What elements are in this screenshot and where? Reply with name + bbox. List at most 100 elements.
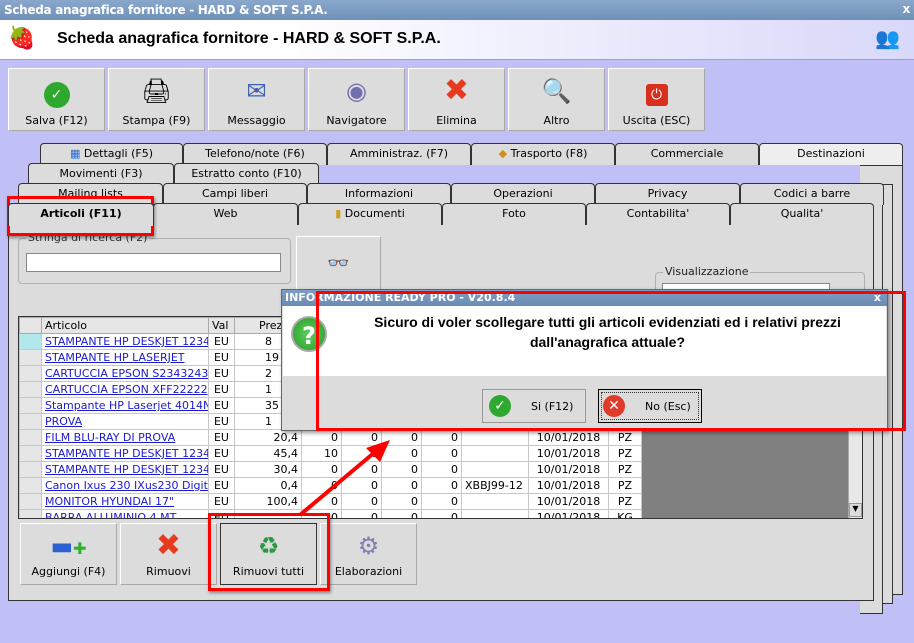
cell-val: EU: [208, 365, 235, 382]
tab-trasporto[interactable]: ◆ Trasporto (F8): [471, 143, 615, 165]
cell-val: EU: [208, 381, 235, 398]
cell-value: 10: [301, 445, 342, 462]
row-selector[interactable]: [19, 509, 42, 518]
cell-articolo[interactable]: Stampante HP Laserjet 4014N: [41, 397, 209, 414]
table-row[interactable]: FILM BLU-RAY DI PROVA EU 20,4 0 0 0 0 10/01/201…: [19, 429, 642, 446]
cell-articolo[interactable]: PROVA: [41, 413, 209, 430]
cell-articolo[interactable]: FILM BLU-RAY DI PROVA: [41, 429, 209, 446]
tab-informazioni[interactable]: Informazioni: [307, 183, 451, 205]
row-selector[interactable]: [19, 445, 42, 462]
cell-prezzo: 100,4: [234, 493, 302, 510]
cell-articolo[interactable]: BARRA ALLUMINIO 4 MT: [41, 509, 209, 518]
cell-val: EU: [208, 445, 235, 462]
processing-button[interactable]: ⚙ Elaborazioni: [320, 523, 417, 585]
table-row[interactable]: STAMPANTE HP DESKJET 1234 EU 30,4 0 0 0 0 10/01…: [19, 461, 642, 478]
cell-value: PZ: [608, 461, 642, 478]
print-button[interactable]: 🖨 Stampa (F9): [108, 68, 205, 131]
row-selector[interactable]: [19, 349, 42, 366]
window-close-button[interactable]: x: [903, 2, 911, 16]
remove-button[interactable]: ✖ Rimuovi: [120, 523, 217, 585]
tab-telefono[interactable]: Telefono/note (F6): [183, 143, 327, 165]
tab-articoli[interactable]: Articoli (F11): [8, 203, 154, 226]
row-selector[interactable]: [19, 413, 42, 430]
cell-val: EU: [208, 413, 235, 430]
cell-val: EU: [208, 349, 235, 366]
cell-value: 0: [421, 493, 462, 510]
delete-x-icon: ✖: [443, 73, 470, 108]
cell-prezzo: 30,4: [234, 461, 302, 478]
cell-value: 0: [381, 509, 422, 518]
tab-commerciale[interactable]: Commerciale: [615, 143, 759, 165]
cell-val: EU: [208, 333, 235, 350]
table-row[interactable]: BARRA ALLUMINIO 4 MT EU 0 0 0 0 10/01/2018 KG: [19, 509, 642, 518]
cell-articolo[interactable]: CARTUCCIA EPSON XFF22222: [41, 381, 209, 398]
strawberry-logo-icon: 🍓: [8, 26, 36, 51]
col-articolo[interactable]: Articolo: [41, 317, 209, 334]
row-selector[interactable]: [19, 477, 42, 494]
tab-documenti[interactable]: ▮ Documenti: [298, 203, 442, 225]
row-selector[interactable]: [19, 493, 42, 510]
cell-value: [461, 509, 529, 518]
cell-value: 0: [341, 445, 382, 462]
cell-prezzo: 20,4: [234, 429, 302, 446]
table-row[interactable]: Canon Ixus 230 IXus230 Digita... EU 0,4 0 0 0…: [19, 477, 642, 494]
tab-movimenti[interactable]: Movimenti (F3): [28, 163, 174, 185]
cell-value: 0: [421, 509, 462, 518]
exit-button[interactable]: ⏻ Uscita (ESC): [608, 68, 705, 131]
cell-articolo[interactable]: STAMPANTE HP DESKJET 1234: [41, 445, 209, 462]
tab-amministraz[interactable]: Amministraz. (F7): [327, 143, 471, 165]
cell-articolo[interactable]: STAMPANTE HP DESKJET 1234: [41, 333, 209, 350]
cell-value: 0: [341, 461, 382, 478]
row-selector[interactable]: [19, 397, 42, 414]
row-selector[interactable]: [19, 381, 42, 398]
cell-value: [461, 493, 529, 510]
view-label: Visualizzazione: [663, 265, 751, 278]
magnifier-book-icon: 🔍: [541, 77, 572, 105]
tab-codici-a-barre[interactable]: Codici a barre: [740, 183, 884, 205]
cell-articolo[interactable]: Canon Ixus 230 IXus230 Digita...: [41, 477, 209, 494]
scroll-down-arrow-icon[interactable]: ▼: [849, 503, 862, 517]
cell-value: 10/01/2018: [528, 445, 609, 462]
cell-value: 0: [381, 445, 422, 462]
users-icon[interactable]: 👥: [875, 26, 900, 50]
cell-articolo[interactable]: STAMPANTE HP DESKJET 1234: [41, 461, 209, 478]
tab-foto[interactable]: Foto: [442, 203, 586, 225]
tab-operazioni[interactable]: Operazioni: [451, 183, 595, 205]
tab-web[interactable]: Web: [153, 203, 298, 225]
tab-dettagli[interactable]: ▦ Dettagli (F5): [40, 143, 183, 165]
tab-qualita[interactable]: Qualita': [730, 203, 874, 225]
cell-value: XBBJ99-12: [461, 477, 529, 494]
tab-campi-liberi[interactable]: Campi liberi: [163, 183, 307, 205]
tab-destinazioni[interactable]: Destinazioni: [759, 143, 903, 165]
message-button[interactable]: ✉ Messaggio: [208, 68, 305, 131]
window-titlebar: Scheda anagrafica fornitore - HARD & SOF…: [0, 0, 914, 20]
row-selector[interactable]: [19, 365, 42, 382]
cell-value: [461, 445, 529, 462]
row-selector[interactable]: [19, 461, 42, 478]
power-icon: ⏻: [609, 77, 704, 106]
cell-value: 0: [421, 429, 462, 446]
cell-articolo[interactable]: CARTUCCIA EPSON S23432432: [41, 365, 209, 382]
cell-articolo[interactable]: STAMPANTE HP LASERJET: [41, 349, 209, 366]
cell-value: 0: [341, 477, 382, 494]
navigator-button[interactable]: ◉ Navigatore: [308, 68, 405, 131]
tab-estratto-conto[interactable]: Estratto conto (F10): [174, 163, 319, 185]
gear-document-icon: ⚙: [357, 532, 380, 560]
row-selector[interactable]: [19, 333, 42, 350]
tab-contabilita[interactable]: Contabilita': [586, 203, 730, 225]
search-input[interactable]: [26, 253, 281, 272]
cell-articolo[interactable]: MONITOR HYUNDAI 17": [41, 493, 209, 510]
page-header: 🍓 Scheda anagrafica fornitore - HARD & S…: [0, 20, 914, 60]
cell-value: 0: [301, 477, 342, 494]
cell-value: PZ: [608, 445, 642, 462]
row-selector[interactable]: [19, 429, 42, 446]
col-val[interactable]: Val: [208, 317, 235, 334]
table-row[interactable]: STAMPANTE HP DESKJET 1234 EU 45,4 10 0 0 0 10/0…: [19, 445, 642, 462]
search-button[interactable]: 👓: [296, 236, 381, 290]
other-button[interactable]: 🔍 Altro: [508, 68, 605, 131]
table-row[interactable]: MONITOR HYUNDAI 17" EU 100,4 0 0 0 0 10/01/2018…: [19, 493, 642, 510]
add-button[interactable]: ▬✚ Aggiungi (F4): [20, 523, 117, 585]
save-button[interactable]: ✓ Salva (F12): [8, 68, 105, 131]
delete-button[interactable]: ✖ Elimina: [408, 68, 505, 131]
tab-privacy[interactable]: Privacy: [595, 183, 740, 205]
